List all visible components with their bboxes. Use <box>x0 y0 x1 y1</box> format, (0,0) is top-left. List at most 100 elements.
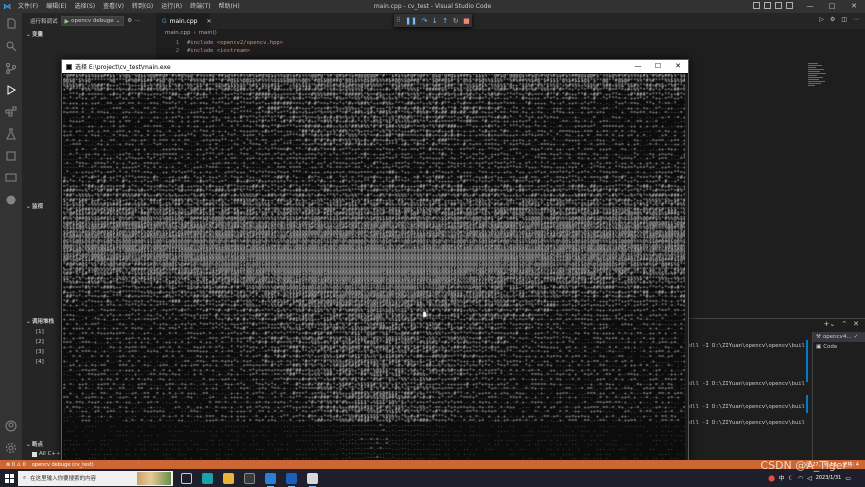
watermark-text: CSDN @A_Tiger <box>760 459 847 472</box>
step-over-icon[interactable]: ↷ <box>421 17 427 25</box>
debug-config-select[interactable]: ▶ opencv debuge ⌄ <box>60 16 125 26</box>
console-scrollbar[interactable] <box>685 74 688 462</box>
task-view-icon[interactable] <box>181 472 192 484</box>
search-icon[interactable] <box>4 39 18 53</box>
minimize-icon[interactable]: — <box>628 60 648 73</box>
debug-settings-gear-icon[interactable]: ⚙ <box>127 18 132 24</box>
more-actions-icon[interactable]: ⋯ <box>853 16 859 23</box>
gear-icon[interactable]: ⚙ <box>830 16 835 23</box>
menu-help[interactable]: 帮助(H) <box>214 0 243 13</box>
clock[interactable]: 2023/1/31 <box>816 475 842 482</box>
close-panel-icon[interactable]: ✕ <box>853 320 859 328</box>
terminal-list: ⚒ opencv4... ✓ ▣ Code <box>812 332 865 460</box>
callstack-item[interactable]: [1] <box>36 329 44 335</box>
callstack-item[interactable]: [4] <box>36 359 44 365</box>
title-bar: ⋈ 文件(F) 编辑(E) 选择(S) 查看(V) 转到(G) 运行(R) 终端… <box>0 0 865 13</box>
run-debug-icon[interactable] <box>4 83 18 97</box>
windows-start-icon[interactable] <box>0 469 18 487</box>
minimize-icon[interactable]: — <box>799 0 821 13</box>
console-title: 选择 E:\project\cv_test\main.exe <box>75 64 171 71</box>
code-keyword: #include <box>187 40 214 46</box>
callstack-item[interactable]: [3] <box>36 349 44 355</box>
split-editor-icon[interactable]: ◫ <box>841 16 847 23</box>
run-debug-label: 运行和调试 <box>30 19 58 25</box>
close-icon[interactable]: ✕ <box>668 60 688 73</box>
terminal-item-code[interactable]: ▣ Code <box>813 342 865 352</box>
run-file-icon[interactable]: ▷ <box>819 16 824 23</box>
menu-edit[interactable]: 编辑(E) <box>42 0 70 13</box>
breadcrumb-symbol[interactable]: main() <box>199 30 217 36</box>
terminal-app-icon[interactable] <box>244 472 255 484</box>
debug-status[interactable]: opencv debuge (cv_test) <box>32 462 94 468</box>
extensions-icon[interactable] <box>4 105 18 119</box>
menu-terminal[interactable]: 终端(T) <box>186 0 214 13</box>
toggle-panel-icon[interactable] <box>764 2 771 9</box>
drag-handle-icon[interactable]: ⠿ <box>396 17 400 24</box>
vscode-logo-icon[interactable]: ⋈ <box>0 0 14 13</box>
explorer-icon[interactable] <box>4 17 18 31</box>
remote-explorer-icon[interactable] <box>4 171 18 185</box>
vscode-taskbar-icon[interactable] <box>265 472 276 487</box>
step-out-icon[interactable]: ↑ <box>442 17 448 25</box>
toggle-sidebar-icon[interactable] <box>753 2 760 9</box>
taskbar-search[interactable]: ⌕ 在这里输入你要搜索的内容 <box>18 470 173 486</box>
search-icon: ⌕ <box>23 474 27 481</box>
notifications-icon[interactable]: ▭ <box>845 475 851 482</box>
menu-file[interactable]: 文件(F) <box>14 0 42 13</box>
customize-layout-icon[interactable] <box>786 2 793 9</box>
toggle-secondary-sidebar-icon[interactable] <box>775 2 782 9</box>
more-actions-icon[interactable]: ⋯ <box>135 18 141 24</box>
menu-run[interactable]: 运行(R) <box>157 0 186 13</box>
breadcrumb-file[interactable]: main.cpp <box>165 30 191 36</box>
maximize-icon[interactable]: ☐ <box>648 60 668 73</box>
step-into-icon[interactable]: ↓ <box>432 17 438 25</box>
wifi-icon[interactable]: ◠ <box>798 475 803 482</box>
code-line[interactable]: 1 #include <opencv2/opencv.hpp> <box>165 40 283 46</box>
gear-icon[interactable] <box>4 441 18 455</box>
antivirus-icon[interactable]: ⬤ <box>768 475 775 482</box>
stop-icon[interactable]: ■ <box>463 17 470 25</box>
file-explorer-icon[interactable] <box>223 472 234 484</box>
ime-indicator[interactable]: 中 <box>779 474 785 482</box>
maximize-icon[interactable]: □ <box>821 0 843 13</box>
menu-selection[interactable]: 选择(S) <box>71 0 100 13</box>
docker-icon[interactable] <box>4 193 18 207</box>
word-icon[interactable] <box>286 472 297 487</box>
search-highlight-image <box>137 471 171 485</box>
edge-icon[interactable] <box>202 472 213 484</box>
callstack-item[interactable]: [2] <box>36 339 44 345</box>
moon-icon[interactable]: ☾ <box>788 475 793 482</box>
breakpoint-item[interactable]: All C++ <box>32 451 61 457</box>
taskbar: ⌕ 在这里输入你要搜索的内容 <box>0 469 865 487</box>
ascii-art-output <box>63 74 687 462</box>
console-window[interactable]: 选择 E:\project\cv_test\main.exe — ☐ ✕ <box>61 59 689 462</box>
console-title-bar[interactable]: 选择 E:\project\cv_test\main.exe — ☐ ✕ <box>62 60 688 73</box>
status-bar: ⊗ 0 ⚠ 0 opencv debuge (cv_test) 行 27，列 1… <box>0 460 865 469</box>
account-icon[interactable] <box>4 419 18 433</box>
line-number: 2 <box>175 48 179 54</box>
pause-icon[interactable]: ❚❚ <box>405 17 417 25</box>
breakpoints-label: 断点 <box>32 442 44 448</box>
tab-main-cpp[interactable]: G main.cpp ✕ <box>156 13 212 29</box>
chevron-down-icon: ⌄ <box>115 18 121 24</box>
debug-toolbar: ⠿ ❚❚ ↷ ↓ ↑ ↻ ■ <box>394 14 472 27</box>
close-icon[interactable]: ✕ <box>843 0 865 13</box>
minimap[interactable] <box>808 62 830 122</box>
maximize-panel-icon[interactable]: ⌃ <box>841 320 847 328</box>
variables-section-header[interactable]: ⌄变量 <box>22 30 156 40</box>
menu-view[interactable]: 查看(V) <box>99 0 128 13</box>
code-line[interactable]: 2 #include <iostream> <box>165 48 250 54</box>
source-control-icon[interactable] <box>4 61 18 75</box>
close-tab-icon[interactable]: ✕ <box>206 18 211 25</box>
testing-icon[interactable] <box>4 127 18 141</box>
volume-icon[interactable]: ◁ <box>807 475 812 482</box>
new-terminal-icon[interactable]: +⌄ <box>824 320 836 328</box>
console-taskbar-icon[interactable] <box>307 472 318 487</box>
restart-icon[interactable]: ↻ <box>453 17 459 25</box>
checkbox[interactable] <box>32 451 37 457</box>
start-debugging-icon[interactable]: ▶ <box>65 18 70 25</box>
menu-go[interactable]: 转到(G) <box>128 0 157 13</box>
terminal-item-opencv[interactable]: ⚒ opencv4... ✓ <box>813 332 865 342</box>
problems-status[interactable]: ⊗ 0 ⚠ 0 <box>6 462 26 468</box>
cmake-icon[interactable] <box>4 149 18 163</box>
